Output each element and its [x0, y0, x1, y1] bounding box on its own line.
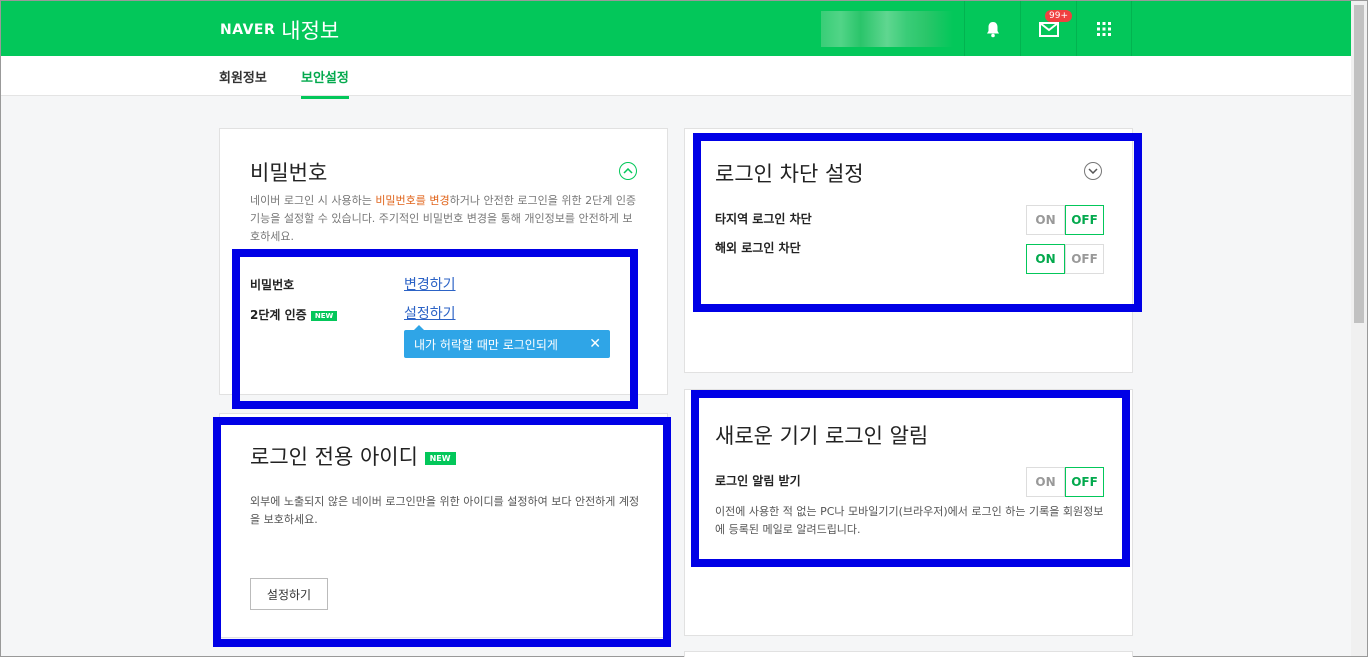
blurred-username[interactable] [821, 11, 953, 47]
change-password-highlight: 비밀번호를 변경 [375, 194, 450, 207]
annotation-box [232, 249, 638, 409]
tab-member-info[interactable]: 회원정보 [219, 67, 267, 86]
logo[interactable]: NAVER 내정보 [220, 15, 339, 45]
password-card-title: 비밀번호 [250, 161, 328, 185]
tab-security-settings[interactable]: 보안설정 [301, 67, 349, 99]
mail-icon [1038, 21, 1059, 37]
top-header: NAVER 내정보 99+ [1, 1, 1351, 56]
password-card-description: 네이버 로그인 시 사용하는 비밀번호를 변경하거나 안전한 로그인을 위한 2… [250, 194, 637, 243]
mail-button[interactable]: 99+ [1020, 1, 1076, 56]
notification-button[interactable] [964, 1, 1020, 56]
annotation-box [693, 133, 1142, 312]
grid-icon [1097, 21, 1111, 36]
naver-logo: NAVER [220, 22, 276, 38]
scrollbar-thumb[interactable] [1354, 5, 1364, 323]
apps-menu-button[interactable] [1076, 1, 1132, 56]
annotation-box [691, 390, 1130, 567]
mail-count-badge: 99+ [1045, 10, 1072, 22]
chevron-up-icon [623, 168, 633, 174]
next-card [684, 651, 1133, 657]
service-title: 내정보 [281, 19, 340, 43]
collapse-toggle[interactable] [619, 162, 637, 180]
annotation-box [213, 417, 671, 647]
tab-bar: 회원정보 보안설정 [1, 56, 1351, 99]
bell-icon [986, 21, 999, 37]
vertical-scrollbar[interactable] [1351, 1, 1367, 656]
